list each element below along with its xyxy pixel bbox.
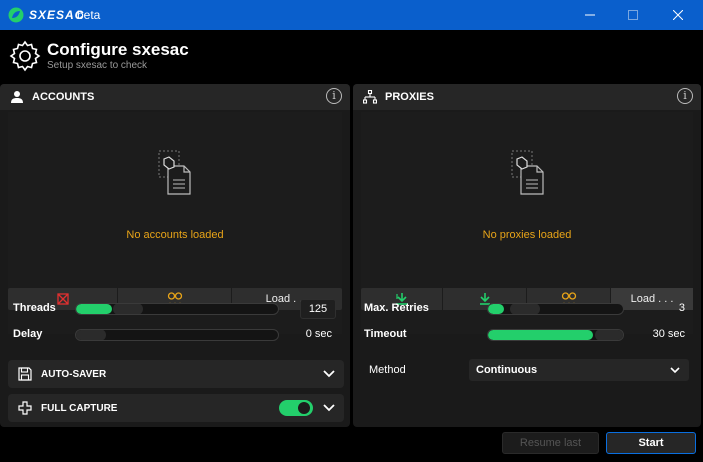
page-subtitle: Setup sxesac to check [47,60,148,71]
accounts-panel: ACCOUNTS i No accounts loaded Load . . .… [0,84,350,427]
method-label: Method [369,364,406,376]
delay-slider-handle[interactable] [76,330,106,340]
accounts-drop-area[interactable]: No accounts loaded Load . . . [8,112,342,334]
start-button[interactable]: Start [606,432,696,454]
minimize-icon [585,14,595,16]
delay-label: Delay [13,328,43,340]
delay-value: 0 sec [305,328,332,340]
proxies-title: PROXIES [385,91,434,103]
threads-slider[interactable] [75,303,279,315]
proxies-empty-message: No proxies loaded [482,229,572,241]
timeout-slider-fill [488,330,594,340]
max-retries-slider[interactable] [487,303,624,315]
timeout-label: Timeout [364,328,407,340]
threads-label: Threads [13,302,56,314]
close-button[interactable] [655,0,701,30]
chevron-down-icon[interactable] [322,368,336,380]
save-icon [18,367,32,381]
gear-icon [9,40,41,72]
maximize-button[interactable] [610,0,656,30]
leaf-logo-icon [8,7,24,23]
max-retries-slider-handle[interactable] [510,304,540,314]
chevron-down-icon [670,367,680,374]
max-retries-value: 3 [678,302,685,314]
title-bar: SXESAC beta [0,0,703,30]
clear-icon [56,293,69,305]
minimize-button[interactable] [567,0,613,30]
chevron-down-icon[interactable] [322,402,336,414]
puzzle-icon [18,401,32,415]
max-retries-slider-fill [488,304,505,314]
full-capture-toggle[interactable] [279,400,313,416]
auto-saver-section[interactable]: AUTO-SAVER [8,360,344,388]
proxies-drop-area[interactable]: No proxies loaded Load . . . [361,112,693,334]
timeout-value: 30 sec [652,328,685,340]
accounts-empty-message: No accounts loaded [126,229,224,241]
page-title: Configure sxesac [47,40,189,59]
method-select[interactable]: Continuous [469,359,689,381]
auto-saver-title: AUTO-SAVER [41,369,107,380]
proxies-header: PROXIES i [353,84,701,110]
user-icon [11,91,23,103]
page-header: Configure sxesac Setup sxesac to check [0,30,703,82]
maximize-icon [628,10,638,20]
accounts-header: ACCOUNTS i [0,84,350,110]
max-retries-label: Max. Retries [364,302,429,314]
resume-last-button[interactable]: Resume last [502,432,599,454]
accounts-info-icon[interactable]: i [326,88,342,104]
full-capture-section[interactable]: FULL CAPTURE [8,394,344,422]
full-capture-toggle-knob [298,402,310,414]
threads-value[interactable]: 125 [300,299,336,319]
proxies-info-icon[interactable]: i [677,88,693,104]
full-capture-title: FULL CAPTURE [41,403,118,414]
document-drop-icon [511,150,544,195]
document-drop-icon [158,150,191,195]
network-icon [363,90,377,104]
timeout-slider[interactable] [487,329,624,341]
app-suffix: beta [77,8,101,22]
timeout-slider-handle[interactable] [595,330,623,340]
method-selected-value: Continuous [476,364,538,376]
threads-slider-handle[interactable] [113,304,143,314]
accounts-title: ACCOUNTS [32,91,95,103]
close-icon [673,10,683,20]
threads-slider-fill [76,304,113,314]
delay-slider[interactable] [75,329,279,341]
proxies-panel: PROXIES i No proxies loaded Load . . . M… [353,84,701,427]
